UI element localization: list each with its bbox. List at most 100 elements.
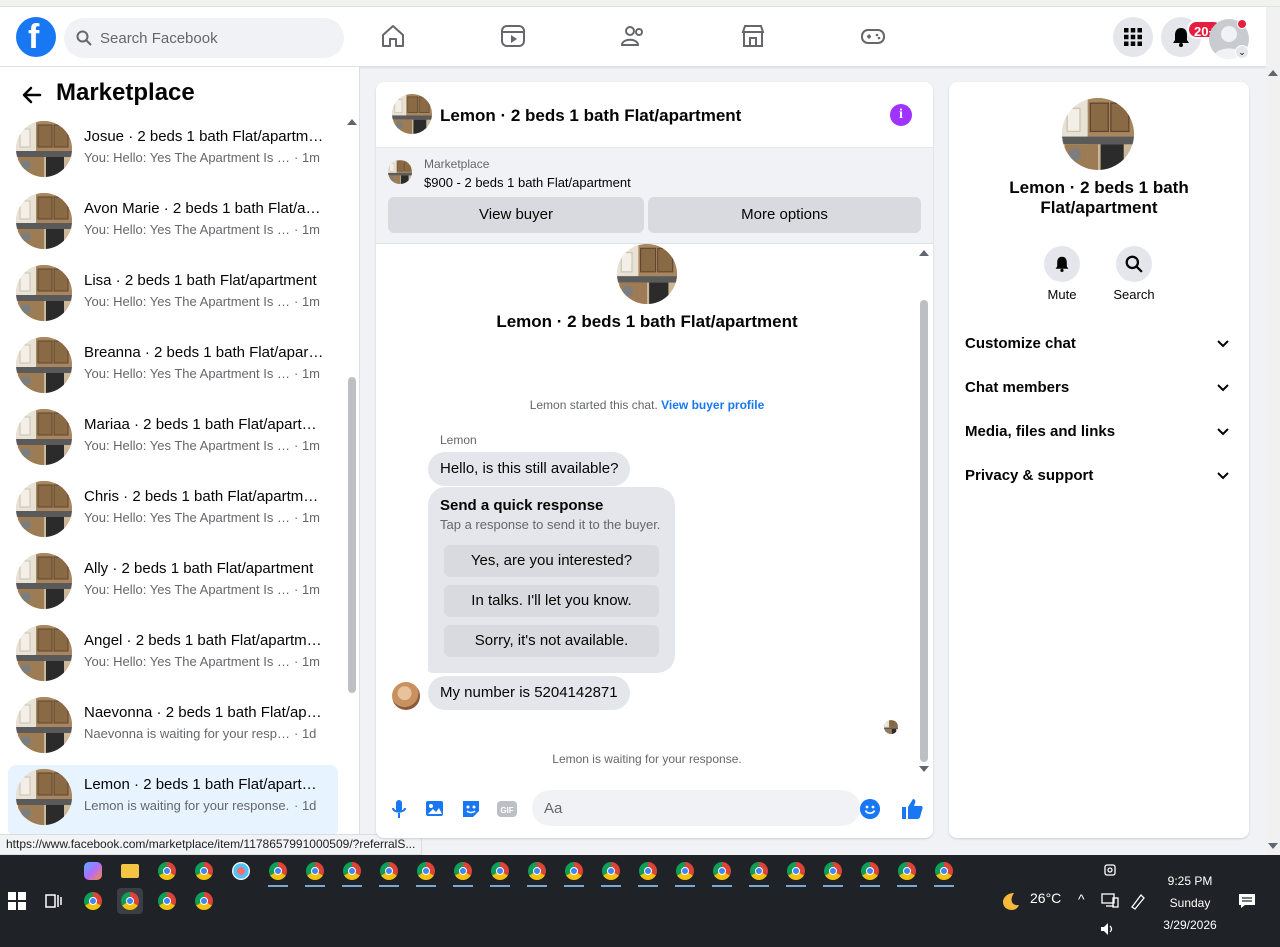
chrome-taskbar-button[interactable] <box>894 858 920 887</box>
taskbar-clock[interactable]: 9:25 PM Sunday 3/29/2026 <box>1150 870 1230 936</box>
moon-weather-icon[interactable] <box>999 890 1021 912</box>
chat-scroll-up-arrow[interactable] <box>919 250 929 256</box>
conversation-item[interactable]: Breanna · 2 beds 1 bath Flat/apartment Yo… <box>8 333 338 405</box>
chevron-up-icon[interactable]: ^ <box>1078 891 1085 907</box>
conversation-thumbnail <box>16 193 72 249</box>
chrome-taskbar-button[interactable] <box>376 858 402 887</box>
conversation-item[interactable]: Angel · 2 beds 1 bath Flat/apartment You:… <box>8 621 338 693</box>
microphone-icon[interactable] <box>388 798 410 820</box>
chrome-taskbar-button[interactable] <box>154 888 180 914</box>
view-buyer-profile-link[interactable]: View buyer profile <box>661 398 764 412</box>
page-scroll-down-arrow[interactable] <box>1268 843 1278 849</box>
menu-button[interactable] <box>1113 17 1153 57</box>
quick-response-yes-button[interactable]: Yes, are you interested? <box>444 545 659 577</box>
copilot-taskbar-button[interactable] <box>80 858 106 884</box>
chrome-taskbar-button[interactable] <box>450 858 476 887</box>
conversation-item[interactable]: Josue · 2 beds 1 bath Flat/apartment You:… <box>8 117 338 189</box>
chrome-taskbar-button[interactable] <box>561 858 587 887</box>
home-icon[interactable] <box>380 23 406 49</box>
status-url-tooltip: https://www.facebook.com/marketplace/ite… <box>0 834 423 855</box>
chevron-down-icon[interactable]: ⌄ <box>1235 45 1249 59</box>
back-arrow-icon[interactable] <box>20 83 44 107</box>
chrome-taskbar-button[interactable] <box>524 858 550 887</box>
privacy-support-section[interactable]: Privacy & support <box>965 456 1233 496</box>
conversation-item[interactable]: Ally · 2 beds 1 bath Flat/apartment You: … <box>8 549 338 621</box>
gaming-icon[interactable] <box>860 23 886 49</box>
chrome-taskbar-button[interactable] <box>191 888 217 914</box>
chrome-taskbar-button[interactable] <box>931 858 957 887</box>
quick-response-not-available-button[interactable]: Sorry, it's not available. <box>444 625 659 657</box>
chrome-taskbar-button[interactable] <box>672 858 698 887</box>
conversation-item[interactable]: Naevonna · 2 beds 1 bath Flat/apartment N… <box>8 693 338 765</box>
chrome-taskbar-button[interactable] <box>598 858 624 887</box>
chrome-icon <box>195 892 213 910</box>
chrome-taskbar-button[interactable] <box>80 888 106 914</box>
more-options-button[interactable]: More options <box>648 197 921 233</box>
scroll-up-arrow[interactable] <box>347 119 357 125</box>
windows-start-icon[interactable] <box>8 892 26 910</box>
chrome-taskbar-button[interactable] <box>302 858 328 887</box>
chrome-taskbar-button[interactable] <box>709 858 735 887</box>
chat-started-text: Lemon started this chat. <box>529 398 658 412</box>
chrome-taskbar-button[interactable] <box>783 858 809 887</box>
conversation-item[interactable]: Lisa · 2 beds 1 bath Flat/apartment You: … <box>8 261 338 333</box>
gif-icon[interactable]: GIF <box>496 798 518 820</box>
search-in-chat-button[interactable] <box>1116 246 1152 282</box>
listing-thumbnail[interactable] <box>392 94 432 134</box>
running-indicator <box>453 885 473 887</box>
chrome-taskbar-button[interactable] <box>413 858 439 887</box>
network-icon[interactable] <box>1101 893 1119 909</box>
conversation-item[interactable]: Mariaa · 2 beds 1 bath Flat/apartment You… <box>8 405 338 477</box>
volume-icon[interactable] <box>1100 922 1116 936</box>
marketplace-icon[interactable] <box>740 23 766 49</box>
mute-action[interactable]: Mute <box>1032 246 1092 302</box>
conversation-item[interactable]: Lemon · 2 beds 1 bath Flat/apartment Lemo… <box>8 765 338 837</box>
view-buyer-button[interactable]: View buyer <box>388 197 644 233</box>
page-scrollbar[interactable] <box>1266 7 1280 855</box>
emoji-icon[interactable] <box>860 799 880 819</box>
weather-temperature[interactable]: 26°C <box>1030 890 1061 906</box>
sticker-icon[interactable] <box>460 798 482 820</box>
search-input[interactable] <box>100 18 330 58</box>
folder-taskbar-button[interactable] <box>117 858 143 884</box>
chat-title[interactable]: Lemon · 2 beds 1 bath Flat/apartment <box>440 106 741 126</box>
media-files-links-section[interactable]: Media, files and links <box>965 412 1233 452</box>
quick-response-in-talks-button[interactable]: In talks. I'll let you know. <box>444 585 659 617</box>
chrome-taskbar-button[interactable] <box>339 858 365 887</box>
chat-members-section[interactable]: Chat members <box>965 368 1233 408</box>
mute-button[interactable] <box>1044 246 1080 282</box>
chrome-taskbar-button[interactable] <box>117 888 143 914</box>
chrome-taskbar-button[interactable] <box>487 858 513 887</box>
info-icon[interactable]: i <box>890 104 912 126</box>
customize-chat-section[interactable]: Customize chat <box>965 324 1233 364</box>
page-scroll-up-arrow[interactable] <box>1268 70 1278 76</box>
chrome-taskbar-button[interactable] <box>265 858 291 887</box>
conversation-title: Mariaa · 2 beds 1 bath Flat/apartment <box>84 416 324 433</box>
chrome-icon <box>713 862 731 880</box>
paint-taskbar-button[interactable] <box>228 858 254 884</box>
chrome-taskbar-button[interactable] <box>635 858 661 887</box>
conversation-item[interactable]: Chris · 2 beds 1 bath Flat/apartment You:… <box>8 477 338 549</box>
chrome-taskbar-button[interactable] <box>746 858 772 887</box>
listing-description[interactable]: $900 - 2 beds 1 bath Flat/apartment <box>424 175 631 190</box>
task-view-icon[interactable] <box>45 893 63 909</box>
scrollbar-thumb[interactable] <box>348 377 356 693</box>
chrome-taskbar-button[interactable] <box>154 858 180 884</box>
search-box[interactable] <box>64 18 344 58</box>
photo-icon[interactable] <box>424 798 446 820</box>
like-icon[interactable] <box>900 797 924 821</box>
chat-scroll-down-arrow[interactable] <box>919 766 929 772</box>
friends-icon[interactable] <box>620 23 646 49</box>
chrome-taskbar-button[interactable] <box>857 858 883 887</box>
camera-icon[interactable] <box>1103 863 1117 877</box>
facebook-logo[interactable]: f <box>16 17 56 57</box>
search-action[interactable]: Search <box>1104 246 1164 302</box>
chat-scrollbar-thumb[interactable] <box>920 300 928 762</box>
chrome-taskbar-button[interactable] <box>820 858 846 887</box>
notification-center-icon[interactable] <box>1238 893 1256 909</box>
conversation-item[interactable]: Avon Marie · 2 beds 1 bath Flat/apartmen… <box>8 189 338 261</box>
message-input[interactable] <box>532 790 860 826</box>
chrome-taskbar-button[interactable] <box>191 858 217 884</box>
video-icon[interactable] <box>500 23 526 49</box>
pen-icon[interactable] <box>1129 892 1147 910</box>
